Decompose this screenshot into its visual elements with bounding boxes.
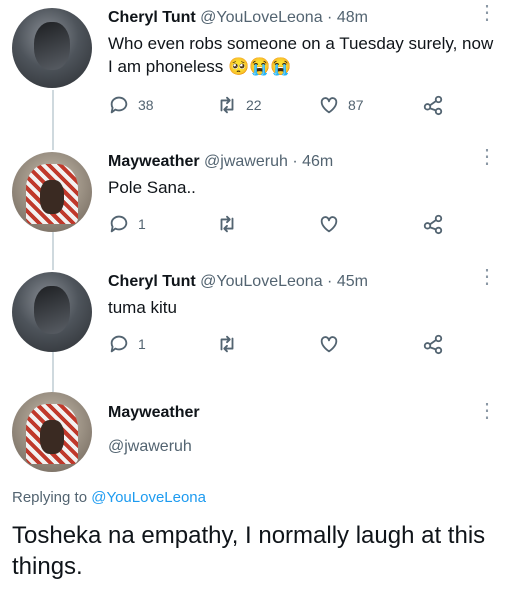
separator: · (327, 273, 333, 290)
avatar[interactable] (12, 8, 92, 88)
like-icon (320, 216, 338, 233)
reply-icon (110, 96, 128, 114)
like-button[interactable]: 87 (318, 94, 364, 116)
like-icon (320, 336, 338, 353)
display-name[interactable]: Mayweather (108, 404, 499, 422)
tweet-actions: 1 (108, 213, 468, 237)
separator: · (292, 153, 298, 170)
thread-line (52, 232, 54, 270)
tweet-text: Who even robs someone on a Tuesday surel… (108, 34, 494, 76)
retweet-icon (220, 335, 234, 353)
like-icon (320, 97, 338, 114)
tweet-text: tuma kitu (108, 298, 177, 317)
replying-to-label: Replying to (12, 489, 88, 506)
tweet[interactable]: Cheryl Tunt @YouLoveLeona · 45m tuma kit… (108, 272, 499, 319)
retweet-button[interactable] (216, 333, 238, 355)
display-name[interactable]: Mayweather (108, 153, 200, 170)
reply-icon (110, 335, 128, 353)
share-icon (423, 214, 443, 235)
tweet-header: Mayweather @jwaweruh · 46m (108, 152, 499, 172)
avatar[interactable] (12, 392, 92, 472)
avatar[interactable] (12, 272, 92, 352)
more-icon[interactable]: ⋮ (477, 267, 497, 287)
reply-button[interactable]: 38 (108, 94, 154, 116)
retweet-button[interactable]: 22 (216, 94, 262, 116)
tweet[interactable]: Mayweather @jwaweruh · 46m Pole Sana.. (108, 152, 499, 199)
retweet-count: 22 (246, 97, 262, 113)
tweet-header: Cheryl Tunt @YouLoveLeona · 45m (108, 272, 499, 292)
user-handle[interactable]: @YouLoveLeona (200, 273, 322, 290)
reply-count: 1 (138, 336, 146, 352)
retweet-icon (220, 215, 234, 233)
like-button[interactable] (318, 213, 340, 235)
share-icon (423, 95, 443, 116)
tweet-actions: 1 (108, 333, 468, 357)
more-icon[interactable]: ⋮ (477, 3, 497, 23)
more-icon[interactable]: ⋮ (477, 401, 497, 421)
user-handle[interactable]: @jwaweruh (204, 153, 288, 170)
reply-count: 38 (138, 97, 154, 113)
user-handle[interactable]: @jwaweruh (108, 438, 499, 456)
main-tweet-header: Mayweather @jwaweruh (108, 404, 499, 456)
tweet[interactable]: Cheryl Tunt @YouLoveLeona · 48m Who even… (108, 8, 499, 78)
replying-to-handle[interactable]: @YouLoveLeona (91, 489, 206, 506)
timestamp[interactable]: 46m (302, 153, 333, 170)
avatar[interactable] (12, 152, 92, 232)
separator: · (327, 9, 333, 26)
share-button[interactable] (422, 333, 444, 355)
timestamp[interactable]: 45m (337, 273, 368, 290)
tweet-actions: 38 22 87 (108, 94, 468, 118)
like-count: 87 (348, 97, 364, 113)
tweet-text: Pole Sana.. (108, 178, 196, 197)
retweet-icon (220, 96, 234, 114)
user-handle[interactable]: @YouLoveLeona (200, 9, 322, 26)
share-button[interactable] (422, 213, 444, 235)
main-tweet-text: Tosheka na empathy, I normally laugh at … (12, 522, 486, 580)
more-icon[interactable]: ⋮ (477, 147, 497, 167)
display-name[interactable]: Cheryl Tunt (108, 9, 196, 26)
retweet-button[interactable] (216, 213, 238, 235)
thread-line (52, 352, 54, 392)
timestamp[interactable]: 48m (337, 9, 368, 26)
share-icon (423, 334, 443, 355)
reply-button[interactable]: 1 (108, 333, 146, 355)
reply-icon (110, 215, 128, 233)
thread-line (52, 90, 54, 150)
reply-count: 1 (138, 216, 146, 232)
display-name[interactable]: Cheryl Tunt (108, 273, 196, 290)
tweet-header: Cheryl Tunt @YouLoveLeona · 48m (108, 8, 499, 28)
replying-to: Replying to @YouLoveLeona (12, 489, 206, 506)
reply-button[interactable]: 1 (108, 213, 146, 235)
share-button[interactable] (422, 94, 444, 116)
like-button[interactable] (318, 333, 340, 355)
